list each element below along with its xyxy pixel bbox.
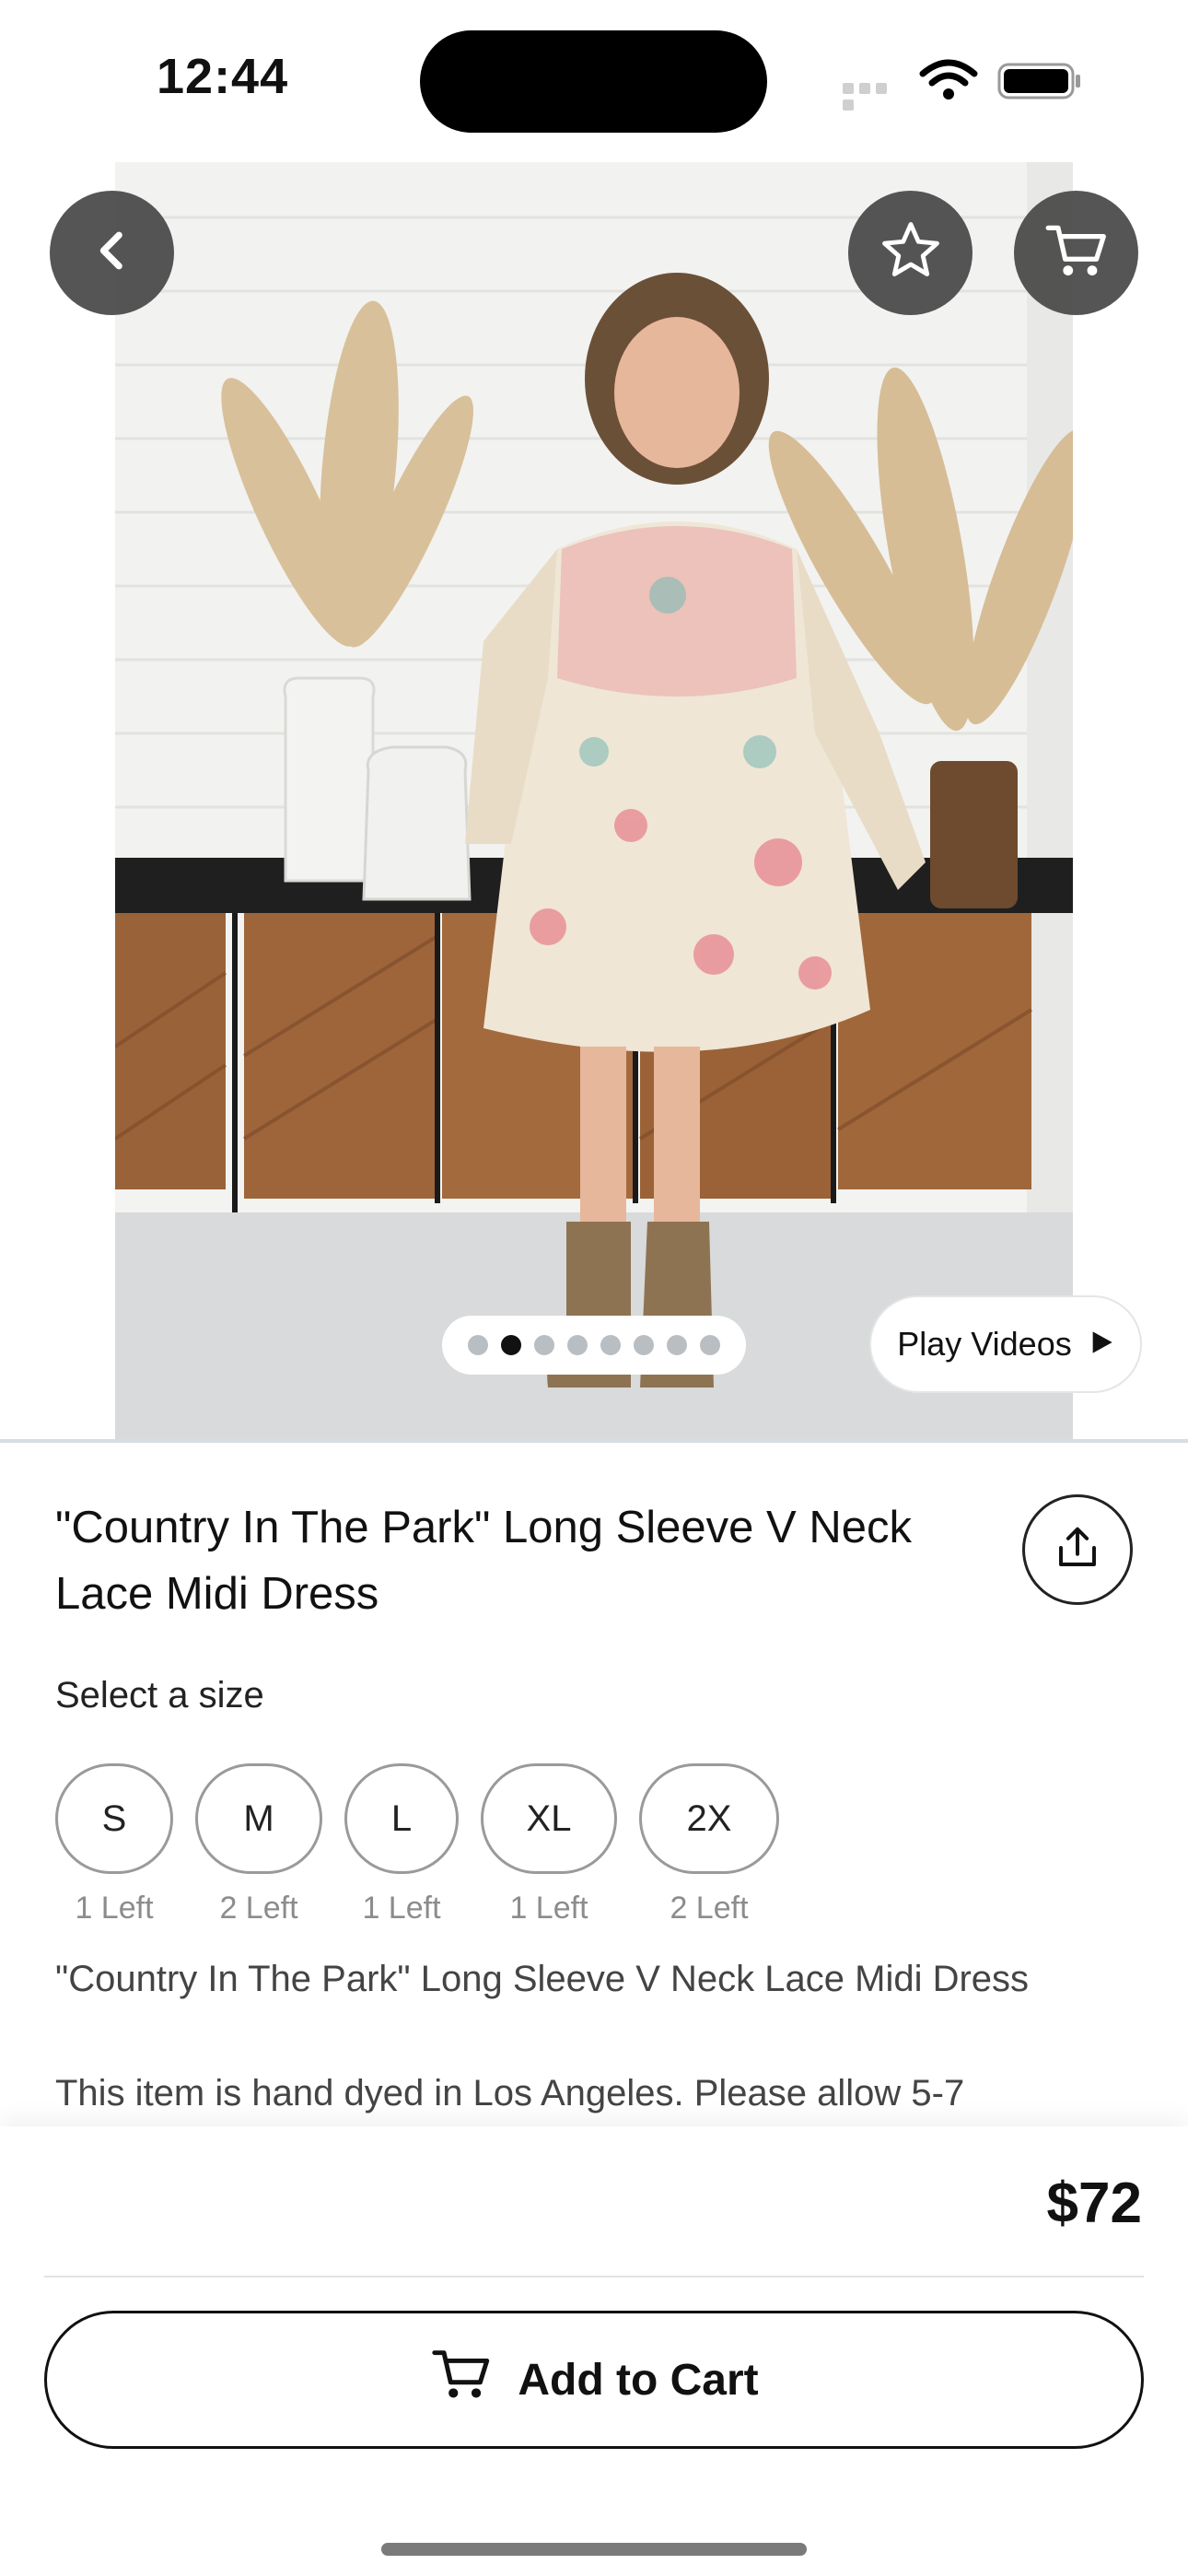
price: $72 [1046,2172,1142,2235]
cart-button[interactable] [1014,191,1138,315]
size-option-s[interactable]: S 1 Left [55,1763,173,1926]
dynamic-island [420,30,767,133]
share-icon [1053,1523,1102,1577]
size-stock-label: 1 Left [509,1891,588,1926]
size-button[interactable]: S [55,1763,173,1874]
add-to-cart-label: Add to Cart [518,2355,759,2405]
product-image[interactable] [115,162,1073,1441]
status-time: 12:44 [157,49,289,104]
add-to-cart-button[interactable]: Add to Cart [44,2311,1144,2449]
size-option-l[interactable]: L 1 Left [344,1763,459,1926]
carousel-dot-active[interactable] [501,1335,521,1355]
wifi-icon [919,57,978,101]
home-indicator[interactable] [381,2543,807,2556]
back-button[interactable] [50,191,174,315]
size-stock-label: 1 Left [362,1891,441,1926]
size-button[interactable]: 2X [639,1763,779,1874]
image-divider [0,1439,1188,1443]
image-carousel-indicator[interactable] [442,1316,746,1375]
size-stock-label: 2 Left [219,1891,298,1926]
carousel-dot[interactable] [667,1335,687,1355]
play-icon [1089,1325,1114,1364]
carousel-dot[interactable] [600,1335,621,1355]
battery-icon [997,63,1082,100]
chevron-left-icon [90,228,134,277]
star-icon [878,217,944,288]
description-text: This item is hand dyed in Los Angeles. P… [55,2073,965,2113]
size-button[interactable]: L [344,1763,459,1874]
size-button[interactable]: XL [481,1763,617,1874]
size-stock-label: 1 Left [75,1891,154,1926]
size-button[interactable]: M [195,1763,322,1874]
play-videos-button[interactable]: Play Videos [869,1295,1142,1393]
carousel-dot[interactable] [468,1335,488,1355]
carousel-dot[interactable] [634,1335,654,1355]
size-option-m[interactable]: M 2 Left [195,1763,322,1926]
description-title: "Country In The Park" Long Sleeve V Neck… [55,1959,1030,1999]
carousel-dot[interactable] [700,1335,720,1355]
checkout-divider [44,2276,1144,2277]
carousel-dot[interactable] [534,1335,554,1355]
cart-icon [429,2342,494,2418]
select-size-label: Select a size [55,1675,264,1715]
cellular-signal-icon [843,82,905,111]
share-button[interactable] [1022,1494,1133,1605]
carousel-dot[interactable] [567,1335,588,1355]
size-stock-label: 2 Left [670,1891,749,1926]
size-option-xl[interactable]: XL 1 Left [481,1763,617,1926]
favorite-button[interactable] [848,191,973,315]
play-videos-label: Play Videos [897,1325,1072,1363]
size-option-2x[interactable]: 2X 2 Left [639,1763,779,1926]
product-title: "Country In The Park" Long Sleeve V Neck… [55,1503,912,1619]
cart-icon [1042,217,1111,289]
